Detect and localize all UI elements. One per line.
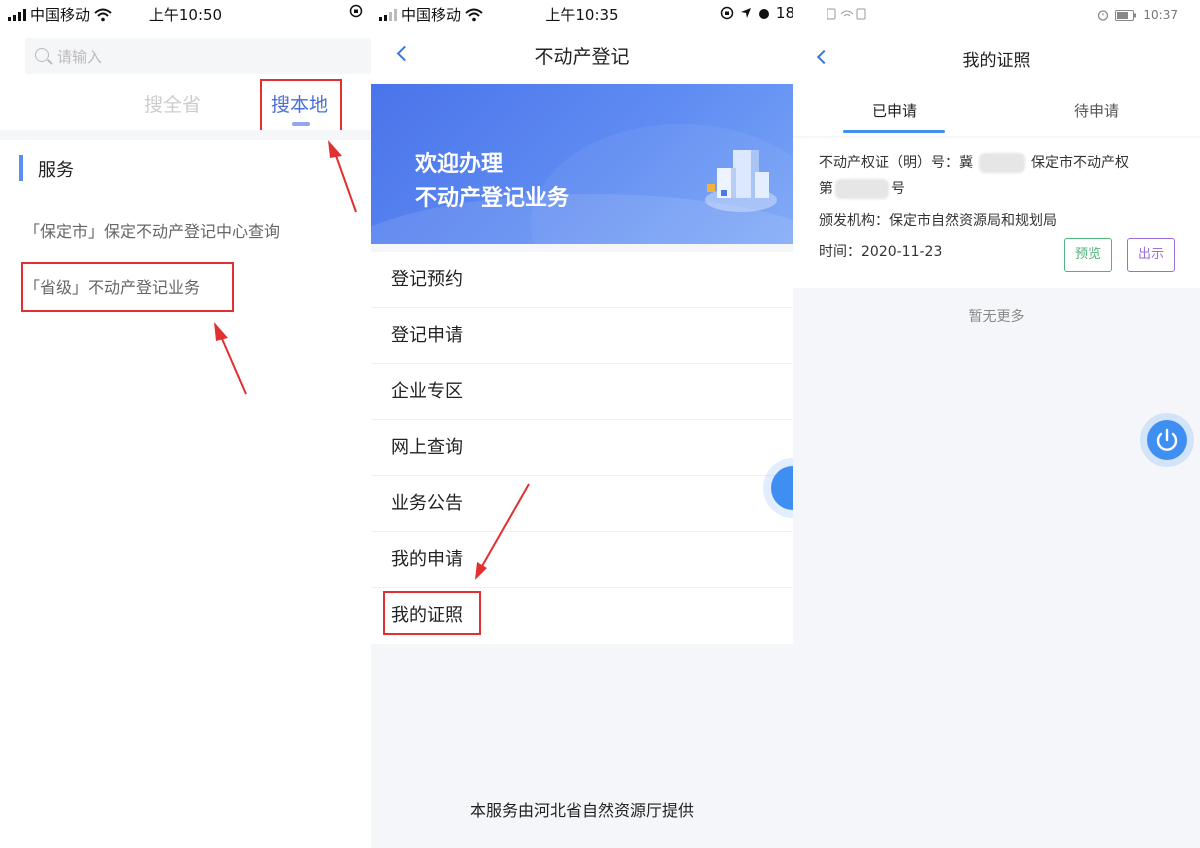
show-button[interactable]: 出示 xyxy=(1127,238,1175,272)
rotation-lock-icon xyxy=(720,6,734,20)
banner-line1: 欢迎办理 xyxy=(415,152,504,177)
status-bar: 中国移动 上午10:35 18 xyxy=(371,0,793,28)
arrow-down-icon xyxy=(475,562,487,580)
redacted-area xyxy=(979,153,1025,173)
alarm-icon xyxy=(758,9,769,19)
highlight-box xyxy=(383,591,481,635)
signal-icon xyxy=(827,8,866,20)
cert-line2-prefix: 第 xyxy=(819,181,833,197)
buildings-illustration xyxy=(705,150,777,212)
menu-item-apply[interactable]: 登记申请 xyxy=(371,308,793,364)
status-time: 10:37 xyxy=(1143,8,1178,22)
welcome-banner: 欢迎办理 不动产登记业务 xyxy=(371,84,793,244)
preview-button[interactable]: 预览 xyxy=(1064,238,1112,272)
floating-power-button[interactable] xyxy=(1147,420,1187,460)
arrow-annotations xyxy=(214,140,357,395)
battery-level: 18 xyxy=(775,4,793,22)
nav-bar: 不动产登记 xyxy=(371,28,793,84)
menu-item-booking[interactable]: 登记预约 xyxy=(371,252,793,308)
cert-number-prefix: 不动产权证（明）号：冀 xyxy=(819,155,973,171)
cert-number-suffix: 保定市不动产权 xyxy=(1031,155,1129,171)
no-more-text: 暂无更多 xyxy=(968,309,1025,325)
nav-bar: 我的证照 xyxy=(793,28,1200,84)
arrow-up-icon xyxy=(328,140,342,158)
battery-icon xyxy=(1115,9,1137,21)
panel-realestate: 中国移动 上午10:35 18 不动产登记 欢迎办理 不动产登记业务 登记预约 … xyxy=(371,0,793,848)
menu-item-enterprise[interactable]: 企业专区 xyxy=(371,364,793,420)
panel-my-certificates: 10:37 我的证照 已申请 待申请 不动产权证（明）号：冀 保定市不动产权 第号… xyxy=(793,0,1200,848)
panel-search: 中国移动 上午10:50 请输入 搜全省 搜本地 服务 「保定市」保定不动产登记… xyxy=(0,0,371,848)
redacted-area xyxy=(835,179,889,199)
banner-line2: 不动产登记业务 xyxy=(415,186,570,211)
status-bar: 10:37 xyxy=(793,0,1200,28)
power-icon xyxy=(1156,428,1178,451)
cert-issuer: 颁发机构：保定市自然资源局和规划局 xyxy=(819,213,1057,229)
menu-item-query[interactable]: 网上查询 xyxy=(371,420,793,476)
cert-number-line1: 不动产权证（明）号：冀 保定市不动产权 xyxy=(819,152,1129,173)
tab-indicator xyxy=(843,130,945,133)
certificate-tabs: 已申请 待申请 xyxy=(793,84,1200,136)
cert-time: 时间：2020-11-23 xyxy=(819,244,943,260)
tab-pending[interactable]: 待申请 xyxy=(1074,100,1119,121)
footer-provider: 本服务由河北省自然资源厅提供 xyxy=(469,801,694,820)
arrow-annotations xyxy=(475,483,530,580)
alarm-icon xyxy=(1098,10,1109,21)
page-title: 我的证照 xyxy=(962,51,1031,71)
certificate-card: 不动产权证（明）号：冀 保定市不动产权 第号 颁发机构：保定市自然资源局和规划局 … xyxy=(793,138,1200,288)
cert-number-line2: 第号 xyxy=(819,178,905,199)
location-icon xyxy=(740,8,751,18)
arrow-up-icon xyxy=(214,322,228,341)
page-title: 不动产登记 xyxy=(534,46,630,68)
tab-applied[interactable]: 已申请 xyxy=(872,100,917,121)
cert-line2-suffix: 号 xyxy=(891,181,905,197)
